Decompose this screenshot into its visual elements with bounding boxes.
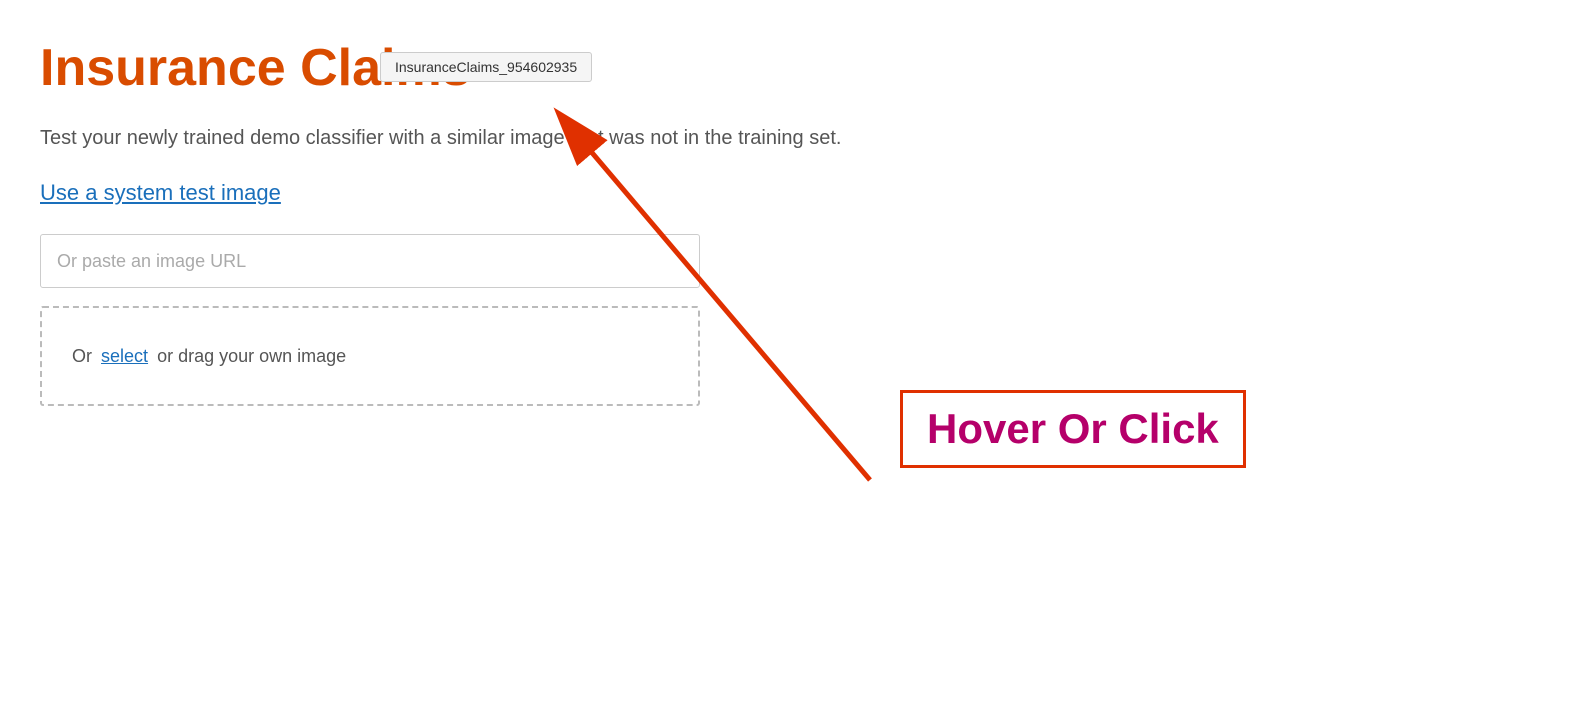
hover-click-box: Hover Or Click — [900, 390, 1246, 468]
tooltip-box: InsuranceClaims_954602935 — [380, 52, 592, 82]
drag-drop-zone[interactable]: Or select or drag your own image — [40, 306, 700, 406]
hover-click-text: Hover Or Click — [927, 405, 1219, 452]
system-test-link[interactable]: Use a system test image — [40, 180, 281, 206]
page-title: Insurance Claims — [40, 40, 1545, 97]
select-link[interactable]: select — [101, 346, 148, 367]
drag-drop-text-before: Or — [72, 346, 92, 367]
tooltip-label: InsuranceClaims_954602935 — [395, 59, 577, 75]
description-text: Test your newly trained demo classifier … — [40, 127, 940, 150]
main-container: Insurance Claims InsuranceClaims_9546029… — [0, 0, 1585, 446]
url-input[interactable] — [40, 234, 700, 288]
drag-drop-text-after: or drag your own image — [157, 346, 346, 367]
